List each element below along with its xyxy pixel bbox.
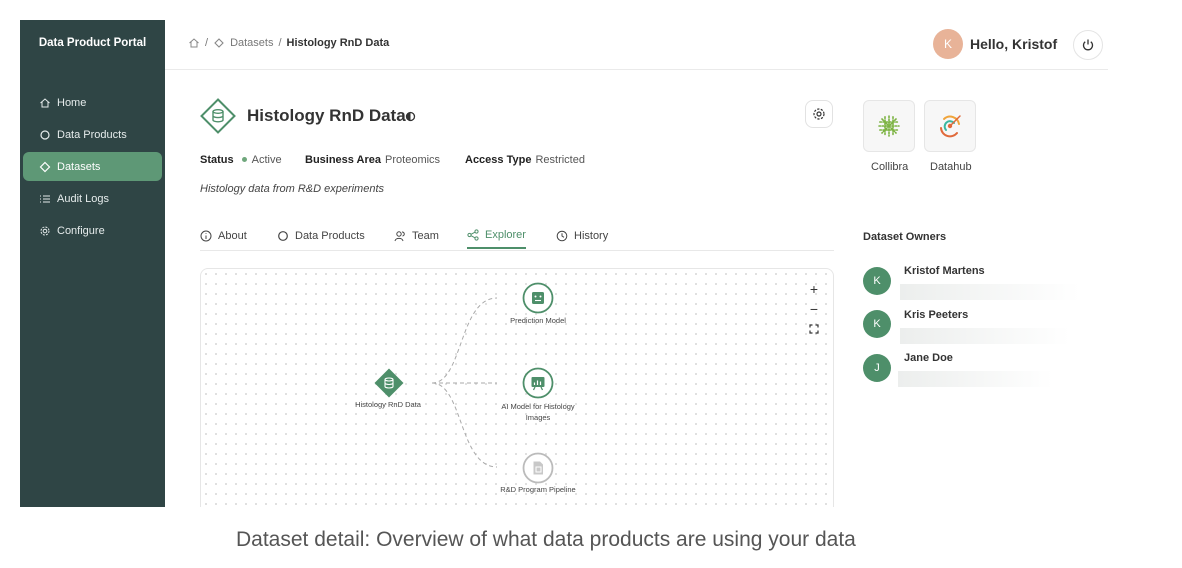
circle-icon (40, 129, 50, 140)
owner-subtitle-placeholder (900, 284, 1080, 300)
diamond-icon (214, 38, 224, 48)
breadcrumb-datasets[interactable]: Datasets (230, 37, 273, 49)
tab-label: History (574, 230, 609, 242)
tab-bar: About Data Products Team Explorer Histor… (200, 215, 834, 251)
sidebar-item-audit-logs[interactable]: Audit Logs (23, 184, 162, 213)
tab-label: Data Products (295, 230, 365, 242)
access-type-label: Access Type (465, 154, 532, 166)
home-icon (40, 97, 50, 107)
info-icon (200, 230, 212, 242)
sidebar-item-label: Datasets (57, 160, 101, 173)
business-area-label: Business Area (305, 154, 382, 166)
access-type-field: Access Type Restricted (465, 154, 585, 166)
status-label: Status (200, 154, 234, 166)
team-icon (394, 231, 405, 242)
node-label: R&D Program Pipeline (500, 485, 576, 494)
business-area-field: Business Area Proteomics (305, 154, 440, 166)
settings-button[interactable] (805, 100, 833, 128)
tab-team[interactable]: Team (394, 223, 439, 249)
dataset-node[interactable] (373, 367, 405, 399)
gear-icon (813, 108, 825, 120)
status-value: Active (251, 154, 282, 166)
node-label: Histology RnD Data (355, 400, 421, 409)
sidebar: Data Product Portal Home Data Products D… (20, 20, 165, 507)
tab-history[interactable]: History (556, 223, 608, 249)
sidebar-item-data-products[interactable]: Data Products (23, 120, 162, 149)
logout-button[interactable] (1073, 30, 1103, 60)
power-icon (1082, 39, 1094, 51)
collibra-label: Collibra (871, 161, 909, 173)
node-label: AI Model for Histology Images (501, 402, 575, 422)
avatar[interactable]: K (863, 267, 891, 295)
sidebar-item-label: Audit Logs (57, 192, 109, 205)
home-icon[interactable] (188, 37, 200, 49)
sidebar-item-datasets[interactable]: Datasets (23, 152, 162, 181)
half-circle-icon (405, 111, 416, 122)
status-field: Status Active (200, 154, 282, 166)
dataset-description: Histology data from R&D experiments (200, 183, 385, 195)
tab-label: Team (412, 230, 439, 242)
sidebar-item-label: Home (57, 96, 87, 109)
breadcrumb-separator: / (205, 37, 209, 49)
collibra-icon (878, 115, 900, 137)
business-area-value: Proteomics (385, 154, 441, 166)
ai-model-node[interactable] (522, 367, 554, 399)
breadcrumb-separator: / (278, 37, 282, 49)
figure-caption: Dataset detail: Overview of what data pr… (236, 528, 856, 551)
sidebar-nav: Home Data Products Datasets Audit Logs C… (23, 88, 162, 248)
history-icon (556, 230, 568, 242)
lineage-edges (431, 297, 498, 468)
explorer-canvas[interactable]: + − Histology RnD Data Prediction Model … (200, 268, 834, 507)
avatar[interactable]: J (863, 354, 891, 382)
tab-about[interactable]: About (200, 223, 247, 249)
status-dot (241, 157, 247, 162)
owner-name[interactable]: Kris Peeters (904, 309, 968, 321)
top-header: / Datasets / Histology RnD Data K Hello,… (165, 20, 1108, 70)
greeting: Hello, Kristof (970, 36, 1058, 52)
breadcrumb-current: Histology RnD Data (286, 37, 390, 49)
zoom-out-button[interactable]: − (806, 301, 822, 317)
collibra-button[interactable] (863, 100, 915, 152)
pipeline-node[interactable] (522, 452, 554, 484)
owners-title: Dataset Owners (863, 231, 947, 243)
user-menu[interactable]: K Hello, Kristof (933, 29, 1057, 59)
page-title: Histology RnD Data (247, 106, 406, 125)
tab-data-products[interactable]: Data Products (277, 223, 365, 249)
zoom-in-button[interactable]: + (806, 281, 822, 297)
tab-label: Explorer (485, 229, 526, 241)
tab-explorer[interactable]: Explorer (467, 223, 526, 249)
node-label: Prediction Model (510, 316, 566, 325)
breadcrumb: / Datasets / Histology RnD Data (188, 37, 389, 49)
dataset-icon (200, 98, 236, 134)
circle-icon (278, 231, 288, 241)
sidebar-item-label: Configure (57, 224, 105, 237)
diamond-icon (39, 161, 51, 172)
gear-icon (40, 226, 50, 235)
datahub-button[interactable] (924, 100, 976, 152)
owner-subtitle-placeholder (900, 328, 1070, 344)
owner-subtitle-placeholder (898, 371, 1053, 387)
datahub-icon (940, 115, 961, 138)
list-icon (40, 195, 50, 202)
share-nodes-icon (467, 229, 479, 241)
owner-name[interactable]: Jane Doe (904, 352, 953, 364)
avatar[interactable]: K (863, 310, 891, 338)
datahub-label: Datahub (930, 161, 972, 173)
owner-name[interactable]: Kristof Martens (904, 265, 985, 277)
tab-label: About (218, 230, 247, 242)
prediction-model-node[interactable] (522, 282, 554, 314)
access-type-value: Restricted (535, 154, 585, 166)
sidebar-item-home[interactable]: Home (23, 88, 162, 117)
sidebar-item-label: Data Products (57, 128, 127, 141)
fit-view-icon[interactable] (809, 324, 819, 334)
avatar[interactable]: K (933, 29, 963, 59)
app-brand[interactable]: Data Product Portal (20, 37, 165, 49)
sidebar-item-configure[interactable]: Configure (23, 216, 162, 245)
